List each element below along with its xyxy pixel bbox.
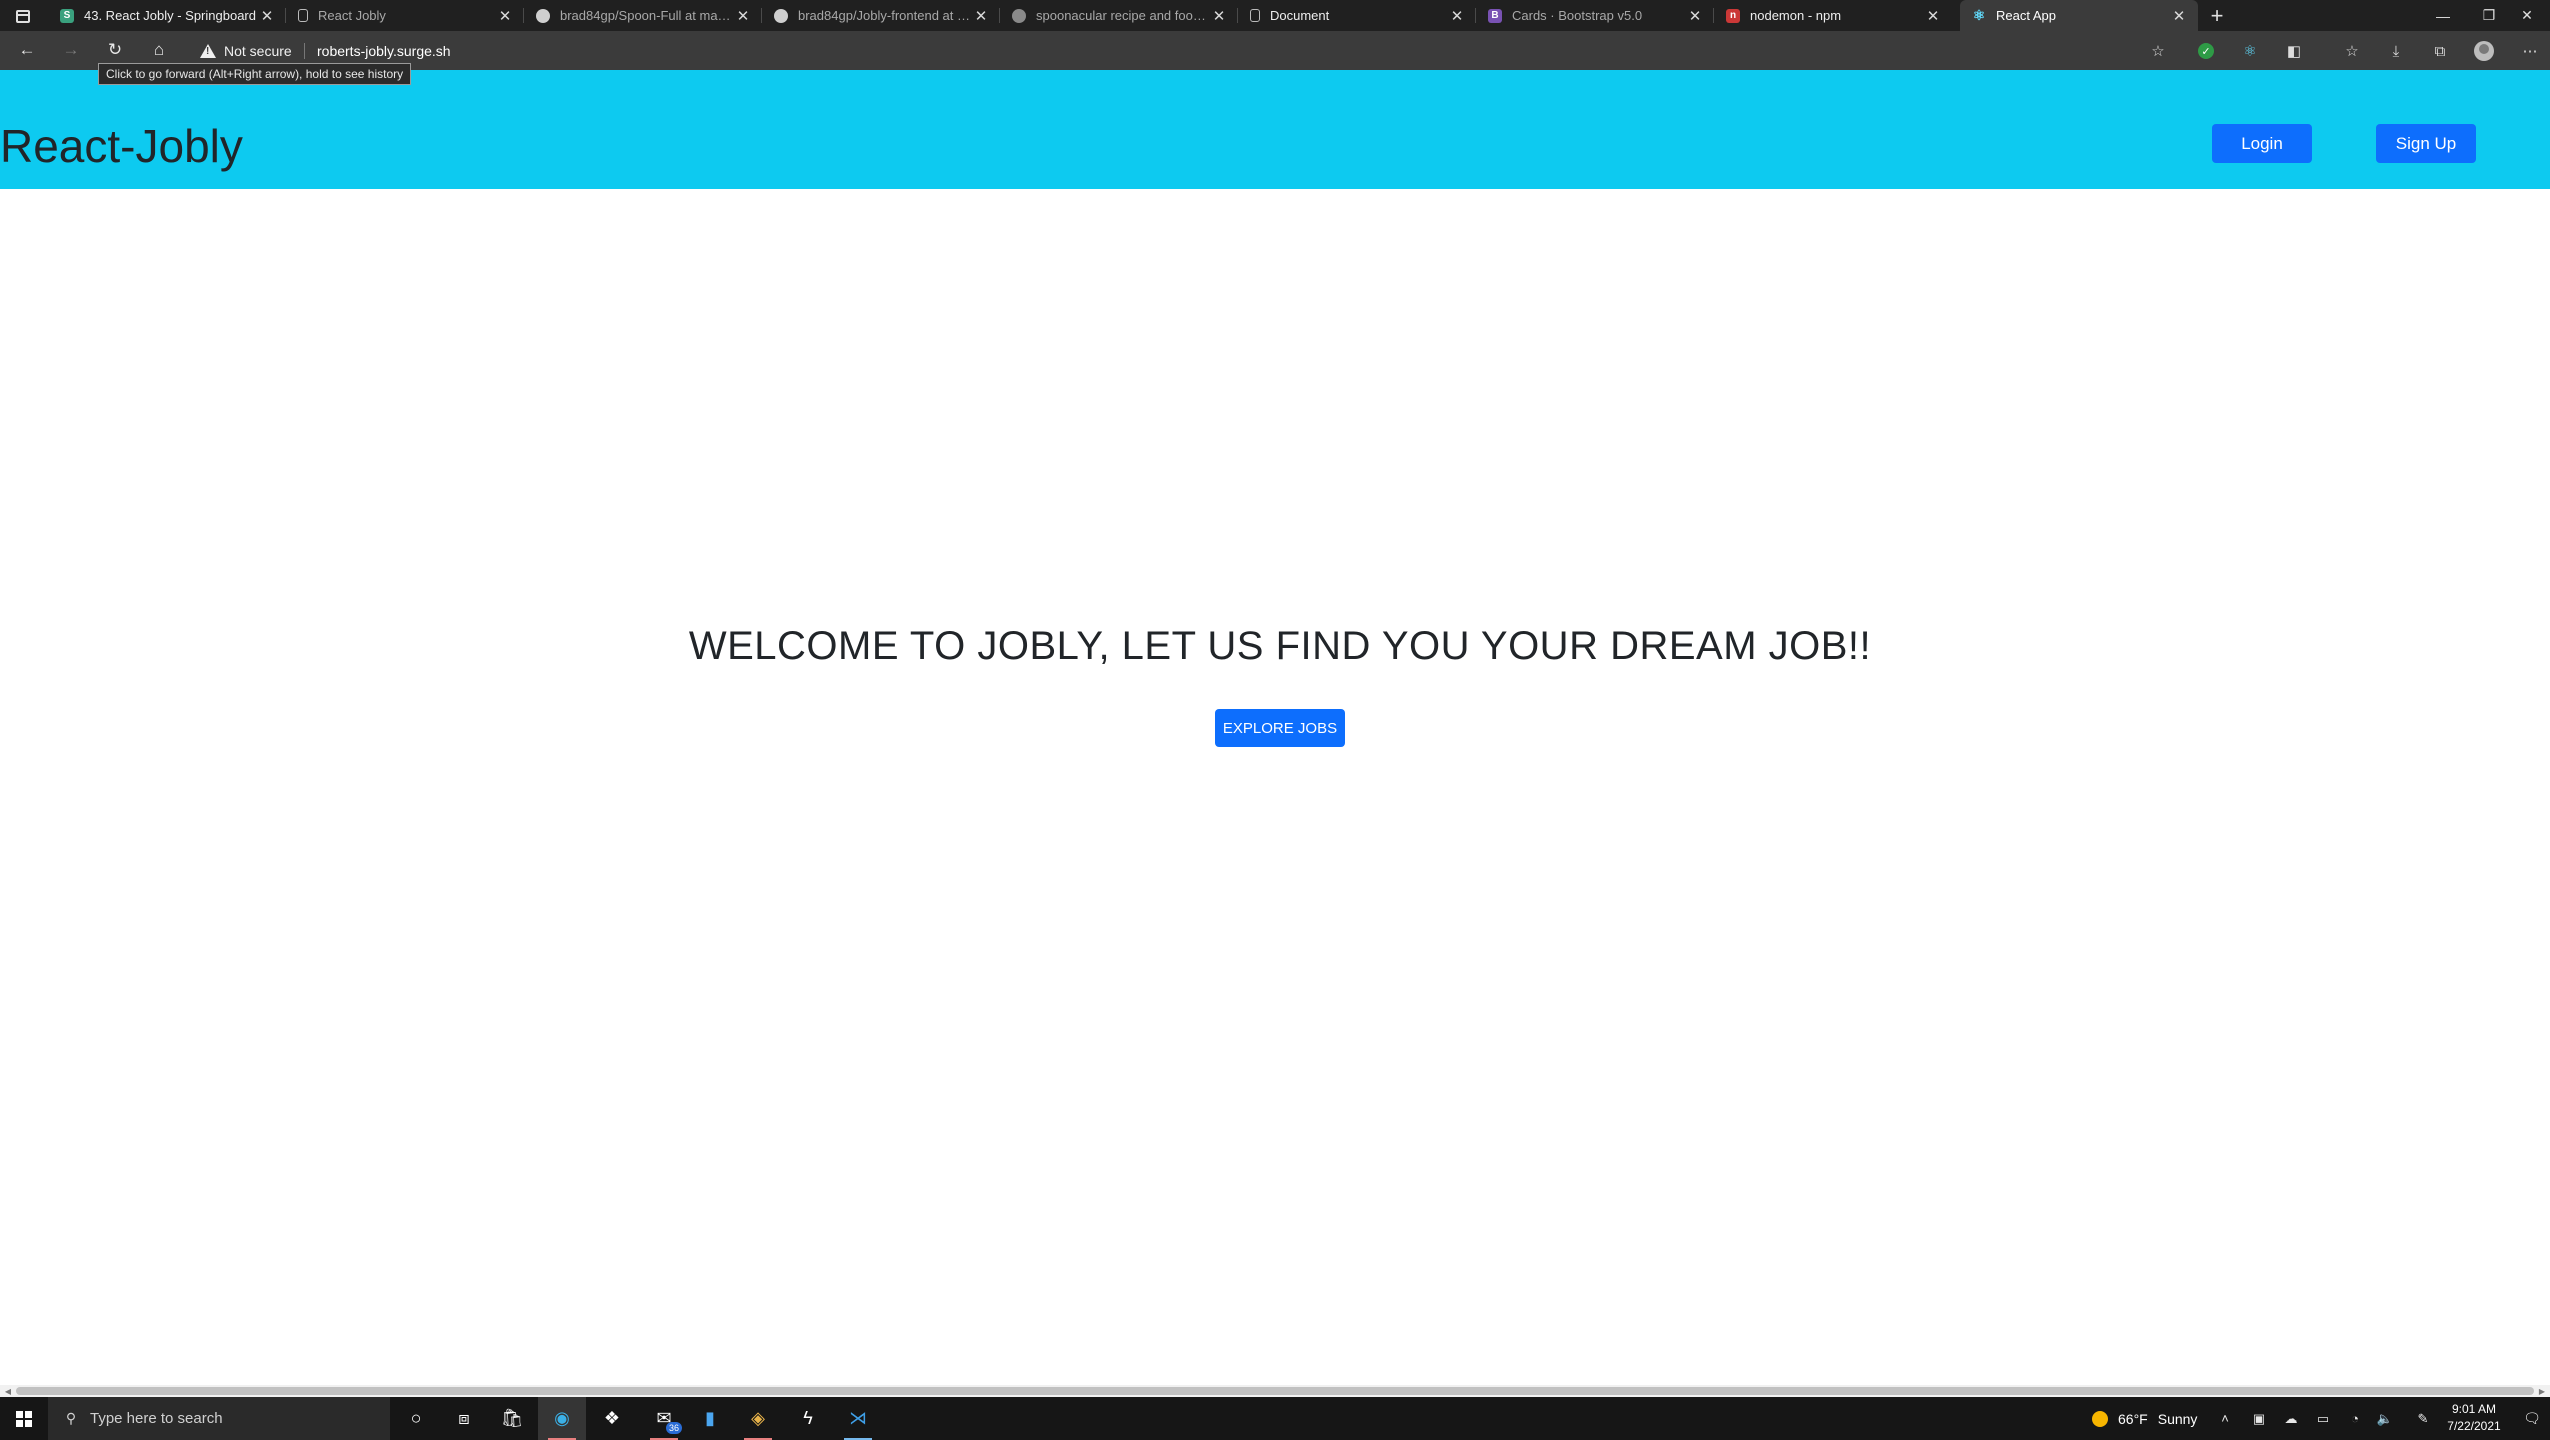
brand-link[interactable]: React-Jobly [0, 118, 243, 174]
tab-title: React App [1996, 8, 2056, 23]
page-icon [1250, 9, 1260, 22]
cortana-icon[interactable]: ○ [392, 1397, 440, 1440]
github-icon [536, 8, 550, 23]
address-divider [304, 43, 305, 59]
back-icon[interactable]: ← [14, 37, 40, 63]
add-favorite-icon[interactable]: ☆ [2146, 39, 2170, 63]
weather-desc: Sunny [2157, 1410, 2198, 1427]
close-window-icon[interactable]: ✕ [2504, 0, 2550, 31]
spoonacular-icon [1012, 8, 1026, 23]
bootstrap-icon: B [1488, 8, 1502, 23]
tab-title: React Jobly [318, 8, 386, 23]
tab-title: brad84gp/Spoon-Full at master [560, 8, 734, 23]
notifications-icon[interactable]: 🗨 [2514, 1397, 2550, 1440]
security-label: Not secure [224, 43, 292, 59]
tab-title: brad84gp/Jobly-frontend at master [798, 8, 972, 23]
close-icon[interactable]: ✕ [496, 7, 514, 25]
tab-react-jobly[interactable]: React Jobly ✕ [286, 0, 524, 31]
close-icon[interactable]: ✕ [1686, 7, 1704, 25]
vscode-icon[interactable]: ⋊ [834, 1397, 882, 1440]
close-icon[interactable]: ✕ [258, 7, 276, 25]
search-placeholder: Type here to search [90, 1410, 223, 1427]
forward-icon[interactable]: → [58, 37, 84, 63]
more-icon[interactable]: ⋯ [2518, 39, 2542, 63]
minimize-icon[interactable]: — [2420, 0, 2466, 31]
tab-actions-icon[interactable] [10, 4, 36, 28]
profile-icon[interactable] [2472, 39, 2496, 63]
task-view-icon[interactable]: ⧈ [440, 1397, 488, 1440]
clock-time: 9:01 AM [2451, 1402, 2497, 1416]
tab-bootstrap-cards[interactable]: B Cards · Bootstrap v5.0 ✕ [1476, 0, 1714, 31]
onedrive-icon[interactable]: ☁ [2278, 1397, 2304, 1440]
dropbox-icon[interactable]: ❖ [588, 1397, 636, 1440]
weather-widget[interactable]: 66°F Sunny [2092, 1397, 2197, 1440]
collections-icon[interactable]: ⧉ [2428, 39, 2452, 63]
gitkraken-icon[interactable]: ◈ [734, 1397, 782, 1440]
tab-github-jobly-frontend[interactable]: brad84gp/Jobly-frontend at master ✕ [762, 0, 1000, 31]
notepad-icon[interactable]: ▮ [686, 1397, 734, 1440]
close-icon[interactable]: ✕ [1448, 7, 1466, 25]
tab-title: spoonacular recipe and food API [1036, 8, 1210, 23]
tab-title: Document [1270, 8, 1330, 23]
network-icon[interactable]: ◔ [2342, 1397, 2368, 1440]
github-icon [774, 8, 788, 23]
security-indicator[interactable]: Not secure [200, 40, 292, 62]
react-icon: ⚛ [1972, 7, 1986, 23]
scroll-right-icon[interactable]: ▶ [2537, 1386, 2547, 1396]
explore-jobs-button[interactable]: EXPLORE JOBS [1215, 709, 1345, 747]
tab-spoonacular[interactable]: spoonacular recipe and food API ✕ [1000, 0, 1238, 31]
taskbar-search-input[interactable]: ⚲ Type here to search [48, 1397, 390, 1440]
springboard-icon: S [60, 8, 74, 23]
clock[interactable]: 9:01 AM 7/22/2021 [2434, 1401, 2514, 1435]
hero-title: WELCOME TO JOBLY, LET US FIND YOU YOUR D… [688, 624, 1872, 668]
close-icon[interactable]: ✕ [2170, 7, 2188, 25]
new-tab-icon[interactable]: + [2204, 3, 2230, 29]
login-button[interactable]: Login [2212, 124, 2312, 163]
tab-nodemon-npm[interactable]: n nodemon - npm ✕ [1714, 0, 1952, 31]
address-bar[interactable]: roberts-jobly.surge.sh [317, 40, 451, 62]
close-icon[interactable]: ✕ [734, 7, 752, 25]
tab-title: Cards · Bootstrap v5.0 [1512, 8, 1643, 23]
page-icon [298, 9, 308, 22]
home-icon[interactable]: ⌂ [146, 37, 172, 63]
forward-tooltip: Click to go forward (Alt+Right arrow), h… [98, 63, 412, 85]
react-devtools-icon[interactable]: ⚛ [2238, 39, 2262, 63]
downloads-icon[interactable]: ⤓ [2384, 39, 2408, 63]
meet-now-icon[interactable]: ▣ [2246, 1397, 2272, 1440]
close-icon[interactable]: ✕ [1210, 7, 1228, 25]
navbar [0, 70, 2550, 189]
scroll-left-icon[interactable]: ◀ [3, 1386, 13, 1396]
pen-icon[interactable]: ✎ [2410, 1397, 2436, 1440]
close-icon[interactable]: ✕ [1924, 7, 1942, 25]
npm-icon: n [1726, 8, 1740, 23]
weather-temp: 66°F [2118, 1410, 2148, 1427]
scrollbar-thumb[interactable] [16, 1387, 2534, 1395]
volume-icon[interactable]: 🔈 [2372, 1397, 2398, 1440]
tab-title: nodemon - npm [1750, 8, 1842, 23]
show-hidden-icons-icon[interactable]: ˄ [2212, 1397, 2238, 1440]
battery-icon[interactable]: ▭ [2310, 1397, 2336, 1440]
mail-badge: 36 [665, 1422, 682, 1434]
warning-icon [200, 44, 216, 58]
windows-start-icon[interactable] [0, 1397, 48, 1440]
clock-date: 7/22/2021 [2447, 1419, 2501, 1433]
extension-icon[interactable]: ◧ [2282, 39, 2306, 63]
tab-springboard[interactable]: S 43. React Jobly - Springboard ✕ [48, 0, 286, 31]
store-icon[interactable]: 🛍 [488, 1397, 536, 1440]
refresh-icon[interactable]: ↻ [102, 37, 128, 63]
edge-icon[interactable]: ◉ [538, 1397, 586, 1440]
tab-react-app[interactable]: ⚛ React App ✕ [1960, 0, 2198, 31]
close-icon[interactable]: ✕ [972, 7, 990, 25]
extension-check-icon[interactable]: ✓ [2194, 39, 2218, 63]
favorites-icon[interactable]: ☆ [2340, 39, 2364, 63]
tab-github-spoon-full[interactable]: brad84gp/Spoon-Full at master ✕ [524, 0, 762, 31]
search-icon: ⚲ [65, 1410, 77, 1426]
mail-icon[interactable]: ✉ 36 [640, 1397, 688, 1440]
signup-button[interactable]: Sign Up [2376, 124, 2476, 163]
tab-title: 43. React Jobly - Springboard [84, 8, 256, 23]
terminal-icon[interactable]: ϟ [784, 1397, 832, 1440]
sun-icon [2092, 1410, 2108, 1427]
tab-document[interactable]: Document ✕ [1238, 0, 1476, 31]
